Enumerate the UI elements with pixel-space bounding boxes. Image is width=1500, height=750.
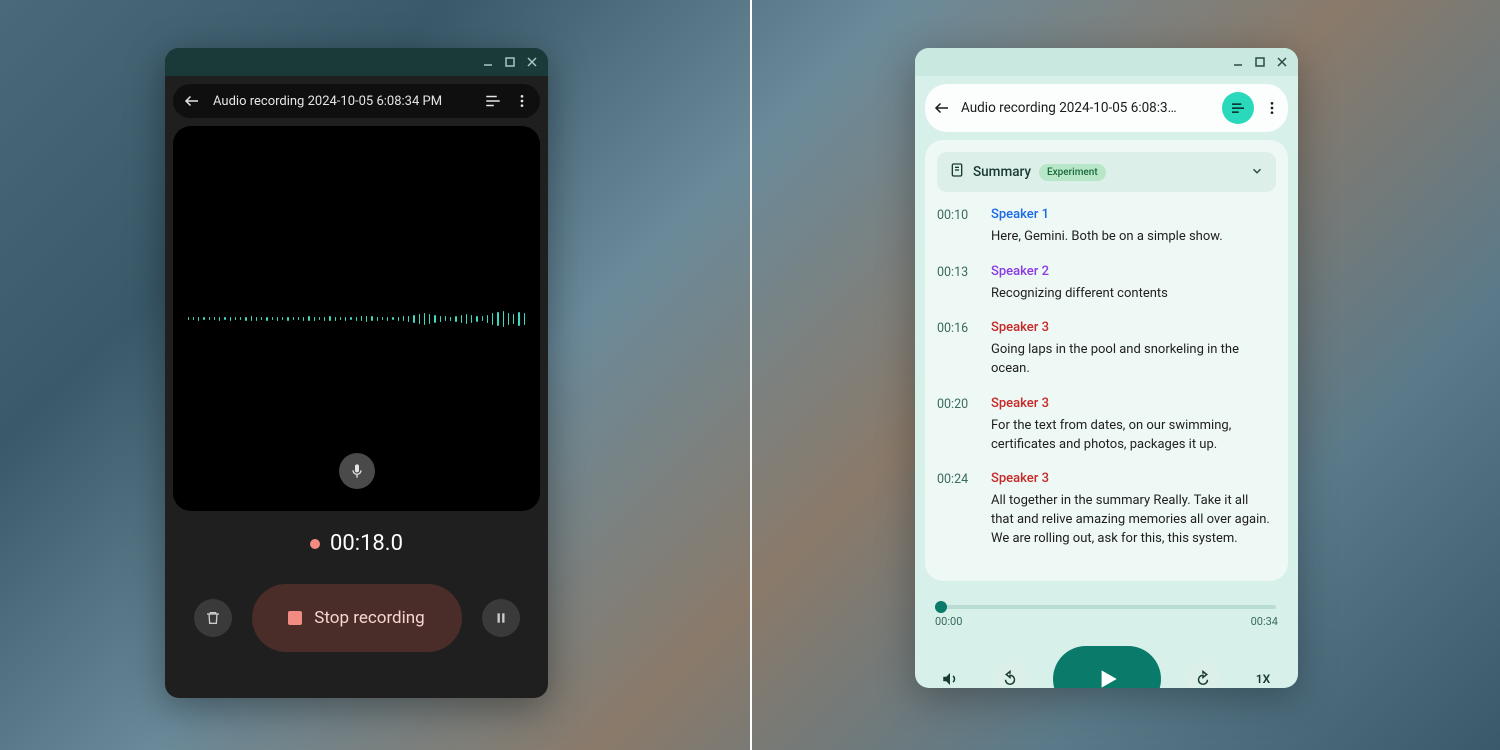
app-header: Audio recording 2024-10-05 6:08:3… xyxy=(925,84,1288,132)
transcript-window: Audio recording 2024-10-05 6:08:3… Summa… xyxy=(915,48,1298,688)
time-total: 00:34 xyxy=(1251,615,1278,628)
close-icon[interactable] xyxy=(526,56,538,68)
volume-button[interactable] xyxy=(933,662,967,688)
time-current: 00:00 xyxy=(935,615,962,628)
window-titlebar xyxy=(915,48,1298,76)
seek-track[interactable] xyxy=(937,605,1276,609)
back-icon[interactable] xyxy=(933,99,951,117)
mic-button[interactable] xyxy=(339,453,375,489)
recorder-controls: Stop recording xyxy=(165,584,548,652)
transcript-entry[interactable]: 00:20 Speaker 3 For the text from dates, o… xyxy=(937,395,1272,455)
entry-text: Recognizing different contents xyxy=(991,285,1272,304)
entry-text: For the text from dates, on our swimming… xyxy=(991,417,1272,455)
timer-value: 00:18.0 xyxy=(330,531,403,556)
transcript-icon[interactable] xyxy=(484,92,502,110)
entry-text: Going laps in the pool and snorkeling in… xyxy=(991,341,1272,379)
forward-button[interactable] xyxy=(1186,662,1220,688)
entry-speaker: Speaker 3 xyxy=(991,319,1272,338)
recording-title: Audio recording 2024-10-05 6:08:34 PM xyxy=(213,94,472,109)
entry-timestamp: 00:24 xyxy=(937,470,975,548)
split-divider xyxy=(750,0,752,750)
transcript-entry[interactable]: 00:16 Speaker 3 Going laps in the pool and… xyxy=(937,319,1272,379)
back-icon[interactable] xyxy=(183,92,201,110)
transcript-entry[interactable]: 00:24 Speaker 3 All together in the summar… xyxy=(937,470,1272,548)
transcript-list: 00:10 Speaker 1 Here, Gemini. Both be on a… xyxy=(925,202,1288,569)
rewind-button[interactable] xyxy=(993,662,1027,688)
entry-speaker: Speaker 3 xyxy=(991,395,1272,414)
chevron-down-icon xyxy=(1250,163,1264,182)
entry-body: Speaker 3 For the text from dates, on our… xyxy=(991,395,1272,455)
experiment-badge: Experiment xyxy=(1039,164,1106,181)
summary-label: Summary xyxy=(973,164,1031,180)
entry-text: All together in the summary Really. Take… xyxy=(991,492,1272,549)
entry-timestamp: 00:13 xyxy=(937,263,975,304)
entry-timestamp: 00:16 xyxy=(937,319,975,379)
stop-icon xyxy=(288,611,302,625)
window-titlebar xyxy=(165,48,548,76)
entry-timestamp: 00:10 xyxy=(937,206,975,247)
summary-toggle[interactable]: Summary Experiment xyxy=(937,152,1276,192)
maximize-icon[interactable] xyxy=(1254,56,1266,68)
entry-body: Speaker 1 Here, Gemini. Both be on a simp… xyxy=(991,206,1272,247)
transcript-entry[interactable]: 00:13 Speaker 2 Recognizing different cont… xyxy=(937,263,1272,304)
player-controls: 00:00 00:34 1X xyxy=(915,589,1298,688)
more-icon[interactable] xyxy=(1264,100,1280,116)
speed-button[interactable]: 1X xyxy=(1246,672,1280,686)
app-header: Audio recording 2024-10-05 6:08:34 PM xyxy=(173,84,540,118)
minimize-icon[interactable] xyxy=(1232,56,1244,68)
waveform-display xyxy=(173,126,540,511)
transcript-toggle-button[interactable] xyxy=(1222,92,1254,124)
entry-timestamp: 00:20 xyxy=(937,395,975,455)
transcript-entry[interactable]: 00:10 Speaker 1 Here, Gemini. Both be on a… xyxy=(937,206,1272,247)
recording-title: Audio recording 2024-10-05 6:08:3… xyxy=(961,100,1212,116)
stop-label: Stop recording xyxy=(314,608,424,628)
stop-recording-button[interactable]: Stop recording xyxy=(252,584,462,652)
more-icon[interactable] xyxy=(514,93,530,109)
recorder-window: Audio recording 2024-10-05 6:08:34 PM 00… xyxy=(165,48,548,698)
entry-text: Here, Gemini. Both be on a simple show. xyxy=(991,228,1272,247)
delete-button[interactable] xyxy=(194,599,232,637)
pause-button[interactable] xyxy=(482,599,520,637)
close-icon[interactable] xyxy=(1276,56,1288,68)
transcript-card: Summary Experiment 00:10 Speaker 1 Here, G… xyxy=(925,140,1288,581)
minimize-icon[interactable] xyxy=(482,56,494,68)
entry-speaker: Speaker 3 xyxy=(991,470,1272,489)
seek-thumb[interactable] xyxy=(935,601,947,613)
recording-indicator-icon xyxy=(310,539,320,549)
summary-icon xyxy=(949,162,965,182)
maximize-icon[interactable] xyxy=(504,56,516,68)
entry-body: Speaker 3 All together in the summary Rea… xyxy=(991,470,1272,548)
waveform xyxy=(188,311,526,327)
time-display: 00:00 00:34 xyxy=(933,615,1280,628)
recording-timer: 00:18.0 xyxy=(165,531,548,556)
entry-body: Speaker 3 Going laps in the pool and snor… xyxy=(991,319,1272,379)
play-button[interactable] xyxy=(1053,646,1161,688)
entry-speaker: Speaker 2 xyxy=(991,263,1272,282)
entry-body: Speaker 2 Recognizing different contents xyxy=(991,263,1272,304)
entry-speaker: Speaker 1 xyxy=(991,206,1272,225)
